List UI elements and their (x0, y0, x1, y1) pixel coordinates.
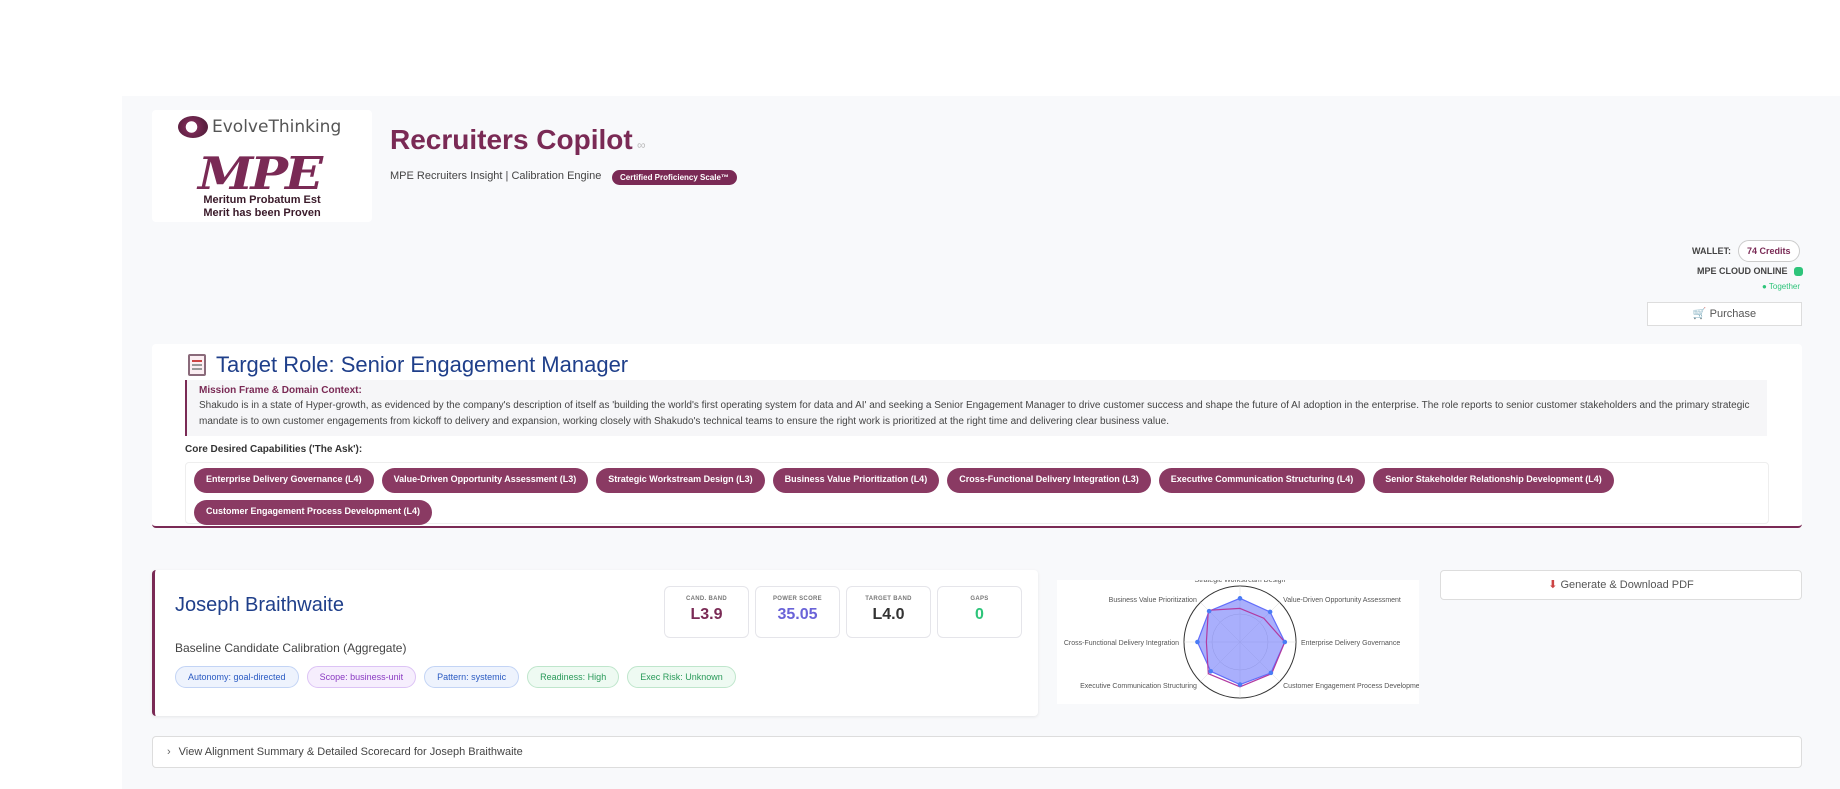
radar-point (1208, 669, 1213, 674)
mission-context: Mission Frame & Domain Context: Shakudo … (185, 380, 1767, 436)
radar-chart: Strategic Workstream Design Value-Driven … (1057, 580, 1419, 704)
logo-caption-2: Merit has been Proven (203, 207, 321, 219)
cloud-status-label: MPE CLOUD ONLINE (1697, 266, 1788, 276)
metric-value: 35.05 (777, 606, 818, 623)
capability-chip: Executive Communication Structuring (L4) (1158, 468, 1366, 493)
capability-chip: Value-Driven Opportunity Assessment (L3) (381, 468, 589, 493)
candidate-name: Joseph Braithwaite (175, 594, 344, 616)
radar-axis-label: Cross-Functional Delivery Integration (1064, 640, 1179, 647)
candidate-metrics: CAND. BAND L3.9 POWER SCORE 35.05 TARGET… (664, 586, 1022, 638)
certified-badge: Certified Proficiency Scale™ (612, 170, 737, 185)
tag-exec-risk: Exec Risk: Unknown (627, 666, 736, 688)
metric-target-band: TARGET BAND L4.0 (846, 586, 931, 638)
radar-point (1282, 639, 1288, 645)
tag-autonomy: Autonomy: goal-directed (175, 666, 299, 688)
purchase-label: Purchase (1709, 308, 1757, 320)
page-title: Recruiters Copilot (390, 124, 633, 155)
radar-point (1237, 682, 1243, 687)
capabilities-list: Enterprise Delivery Governance (L4) Valu… (185, 462, 1769, 525)
metric-label: CAND. BAND (686, 596, 727, 602)
generate-pdf-label: Generate & Download PDF (1560, 579, 1694, 591)
page-subtitle: MPE Recruiters Insight | Calibration Eng… (390, 170, 602, 182)
metric-label: GAPS (970, 596, 989, 602)
scorecard-expander[interactable]: › View Alignment Summary & Detailed Score… (152, 736, 1802, 768)
capability-chip: Strategic Workstream Design (L3) (596, 468, 765, 493)
metric-value: L3.9 (690, 606, 723, 623)
purchase-button[interactable]: 🛒 Purchase (1647, 302, 1802, 326)
metric-value: 0 (975, 606, 984, 623)
candidate-subtitle: Baseline Candidate Calibration (Aggregat… (175, 641, 407, 655)
generate-pdf-button[interactable]: ⬇ Generate & Download PDF (1440, 570, 1802, 600)
candidate-tags: Autonomy: goal-directed Scope: business-… (175, 666, 736, 688)
role-title: Target Role: Senior Engagement Manager (188, 352, 628, 378)
capability-chip: Enterprise Delivery Governance (L4) (194, 468, 374, 493)
link-icon[interactable]: ∞ (637, 138, 646, 152)
radar-point (1268, 670, 1274, 676)
tag-readiness: Readiness: High (527, 666, 620, 688)
mission-text: Shakudo is in a state of Hyper-growth, a… (199, 400, 1750, 427)
capabilities-label: Core Desired Capabilities ('The Ask'): (185, 444, 363, 455)
metric-power-score: POWER SCORE 35.05 (755, 586, 840, 638)
logo-header: EvolveThinking (178, 116, 341, 138)
cloud-status: MPE CLOUD ONLINE (1697, 266, 1803, 276)
provider-status: ● Together (1762, 282, 1801, 291)
mission-heading: Mission Frame & Domain Context: (199, 385, 362, 396)
capability-chip: Customer Engagement Process Development … (194, 500, 433, 525)
radar-axis-label: Enterprise Delivery Governance (1301, 640, 1400, 647)
capability-chip: Business Value Prioritization (L4) (772, 468, 940, 493)
capability-chip: Senior Stakeholder Relationship Developm… (1373, 468, 1614, 493)
candidate-card: Joseph Braithwaite Baseline Candidate Ca… (152, 570, 1038, 716)
status-dot-icon (1793, 266, 1803, 276)
radar-axis-label: Strategic Workstream Design (1195, 580, 1286, 584)
app-main: EvolveThinking MPE Meritum Probatum Est … (122, 96, 1840, 789)
target-role-card: Target Role: Senior Engagement Manager M… (152, 344, 1802, 528)
tag-pattern: Pattern: systemic (424, 666, 520, 688)
radar-axis-label: Customer Engagement Process Development (1283, 683, 1419, 690)
radar-point (1195, 639, 1200, 645)
role-title-text: Target Role: Senior Engagement Manager (216, 352, 629, 377)
expander-label: View Alignment Summary & Detailed Scorec… (178, 746, 523, 758)
capability-chip: Cross-Functional Delivery Integration (L… (947, 468, 1151, 493)
logo-mark: MPE (198, 146, 323, 201)
metric-value: L4.0 (872, 606, 905, 623)
metric-label: TARGET BAND (865, 596, 912, 602)
radar-axis-label: Business Value Prioritization (1109, 597, 1197, 604)
logo-text: EvolveThinking (212, 117, 342, 137)
chevron-right-icon: › (167, 746, 171, 758)
metric-label: POWER SCORE (773, 596, 822, 602)
radar-point (1237, 596, 1243, 601)
cart-icon: 🛒 (1692, 308, 1710, 320)
logo-caption-1: Meritum Probatum Est (203, 194, 321, 206)
radar-point (1206, 608, 1212, 614)
radar-axis-label: Value-Driven Opportunity Assessment (1283, 597, 1401, 604)
brand-logo: EvolveThinking MPE Meritum Probatum Est … (152, 110, 372, 222)
document-icon (188, 354, 206, 376)
tag-scope: Scope: business-unit (306, 666, 417, 688)
metric-cand-band: CAND. BAND L3.9 (664, 586, 749, 638)
wallet-label: WALLET: (1692, 246, 1731, 256)
wallet-credits: 74 Credits (1738, 240, 1800, 262)
swirl-logo-icon (178, 116, 208, 138)
download-icon: ⬇ (1548, 579, 1561, 591)
radar-point (1267, 609, 1273, 615)
radar-axis-label: Executive Communication Structuring (1080, 683, 1197, 690)
metric-gaps: GAPS 0 (937, 586, 1022, 638)
